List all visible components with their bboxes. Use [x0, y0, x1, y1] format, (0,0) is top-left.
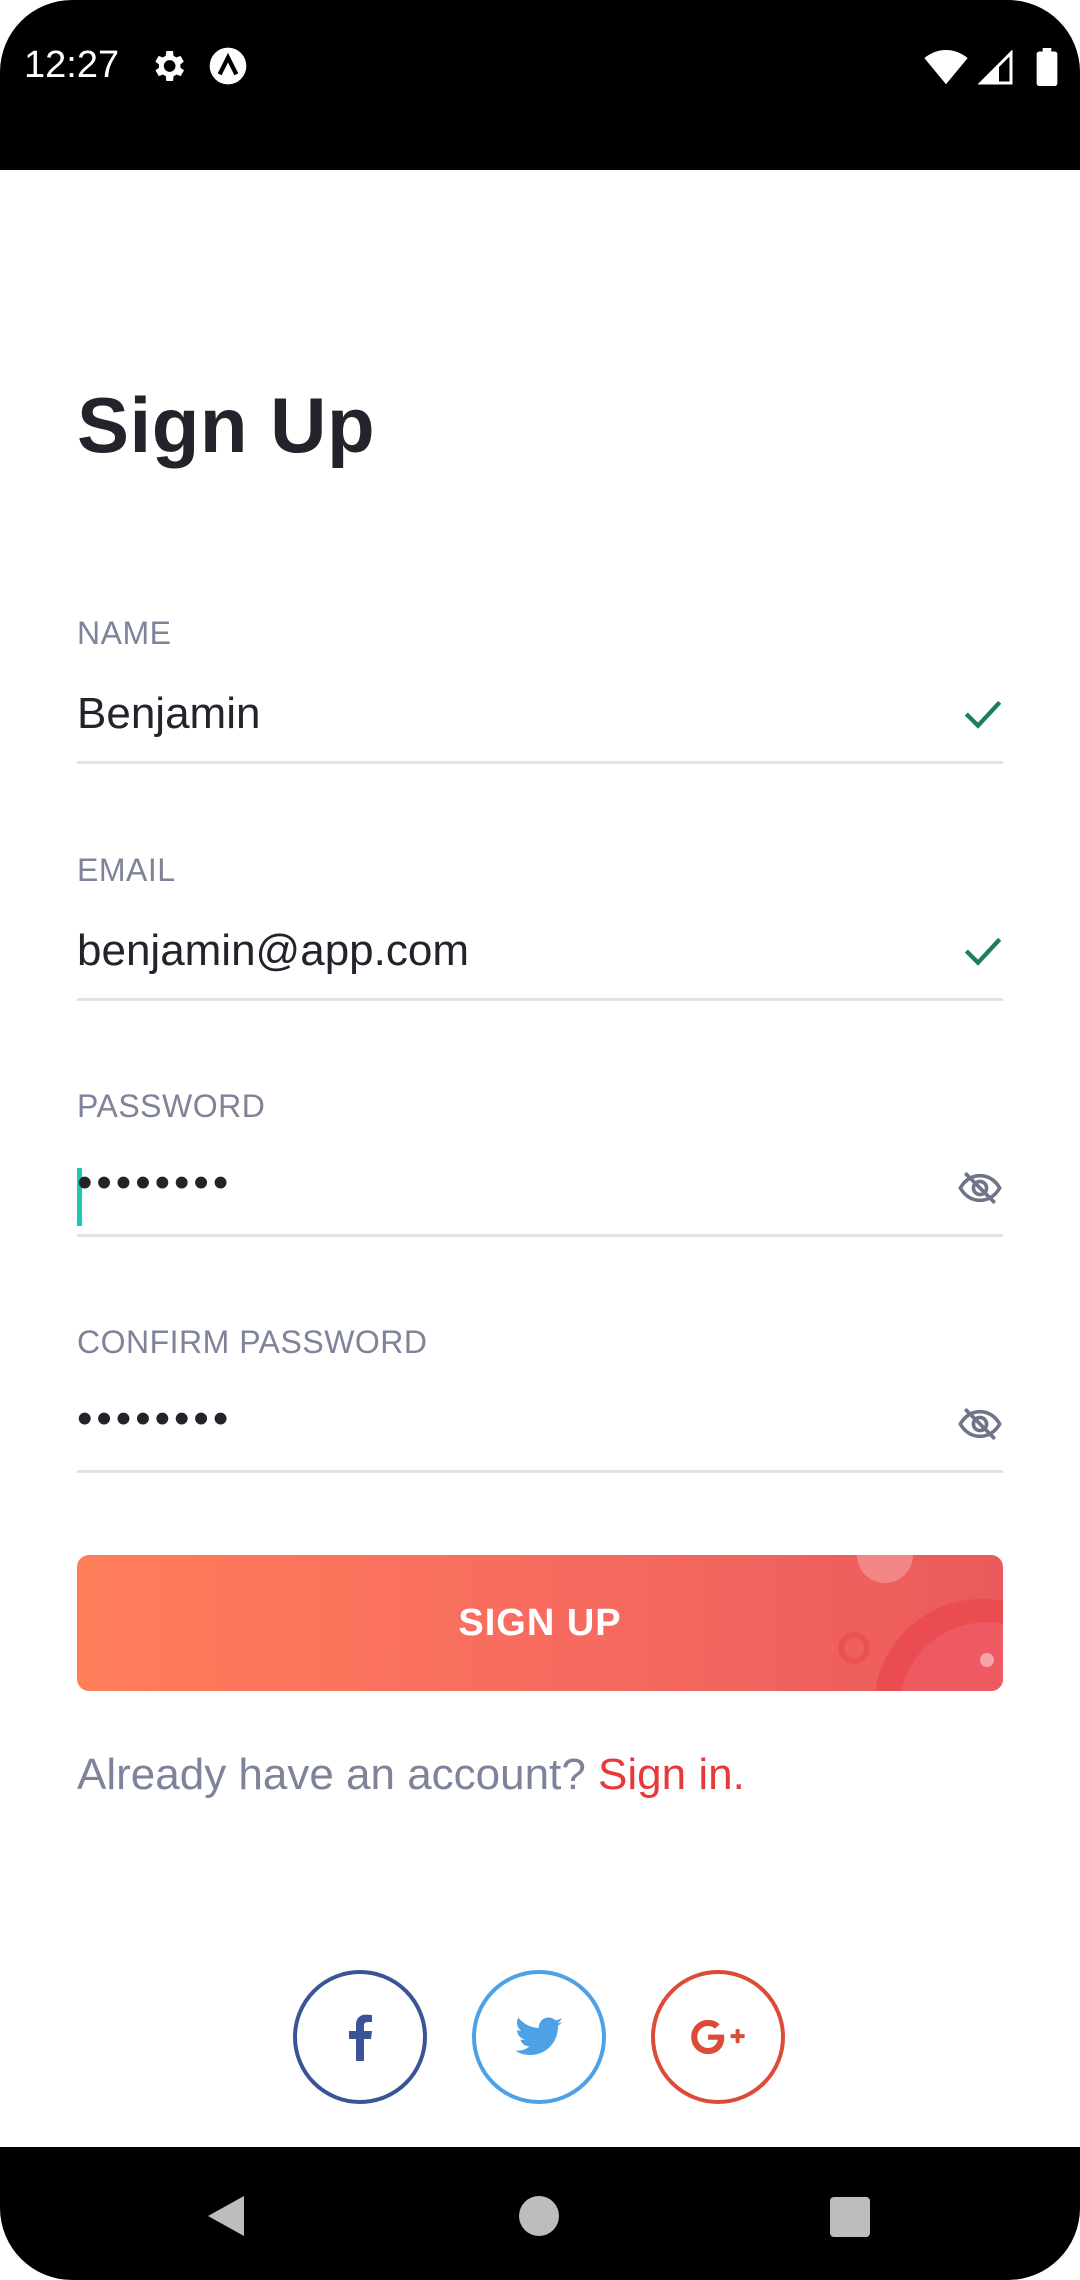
signup-button[interactable]: SIGN UP	[77, 1555, 1003, 1691]
password-underline	[77, 1234, 1003, 1237]
confirm-password-input[interactable]: ••••••••	[77, 1394, 232, 1444]
status-time: 12:27	[24, 44, 120, 86]
google-plus-button[interactable]	[651, 1970, 785, 2104]
back-icon[interactable]	[205, 2194, 247, 2238]
email-label: EMAIL	[77, 852, 176, 888]
email-underline	[77, 998, 1003, 1001]
account-prompt: Already have an account? Sign in.	[77, 1750, 745, 1800]
battery-icon	[1036, 48, 1058, 86]
eye-off-icon[interactable]	[957, 1404, 1003, 1444]
status-bar: 12:27	[0, 0, 1080, 170]
signin-link[interactable]: Sign in.	[598, 1750, 745, 1799]
gear-icon	[155, 51, 184, 81]
password-input[interactable]: ••••••••	[77, 1158, 232, 1208]
navigation-bar	[0, 2147, 1080, 2280]
name-underline	[77, 761, 1003, 764]
facebook-icon	[349, 2014, 372, 2061]
facebook-button[interactable]	[293, 1970, 427, 2104]
home-icon[interactable]	[519, 2196, 559, 2236]
eye-off-icon[interactable]	[957, 1168, 1003, 1208]
signup-button-label: SIGN UP	[458, 1601, 622, 1644]
check-icon	[964, 700, 1002, 729]
wifi-icon	[924, 50, 968, 85]
name-label: NAME	[77, 615, 172, 651]
name-input[interactable]: Benjamin	[77, 689, 260, 739]
recents-icon[interactable]	[830, 2197, 870, 2237]
confirm-password-label: CONFIRM PASSWORD	[77, 1324, 428, 1360]
page-title: Sign Up	[77, 381, 376, 469]
a-badge-icon	[209, 47, 247, 85]
signal-icon	[978, 50, 1013, 85]
account-prompt-text: Already have an account?	[77, 1750, 586, 1799]
email-input[interactable]: benjamin@app.com	[77, 926, 469, 976]
check-icon	[964, 937, 1002, 966]
google-plus-icon	[691, 2019, 745, 2055]
password-label: PASSWORD	[77, 1088, 266, 1124]
twitter-button[interactable]	[472, 1970, 606, 2104]
twitter-icon	[515, 2017, 563, 2055]
confirm-password-underline	[77, 1470, 1003, 1473]
